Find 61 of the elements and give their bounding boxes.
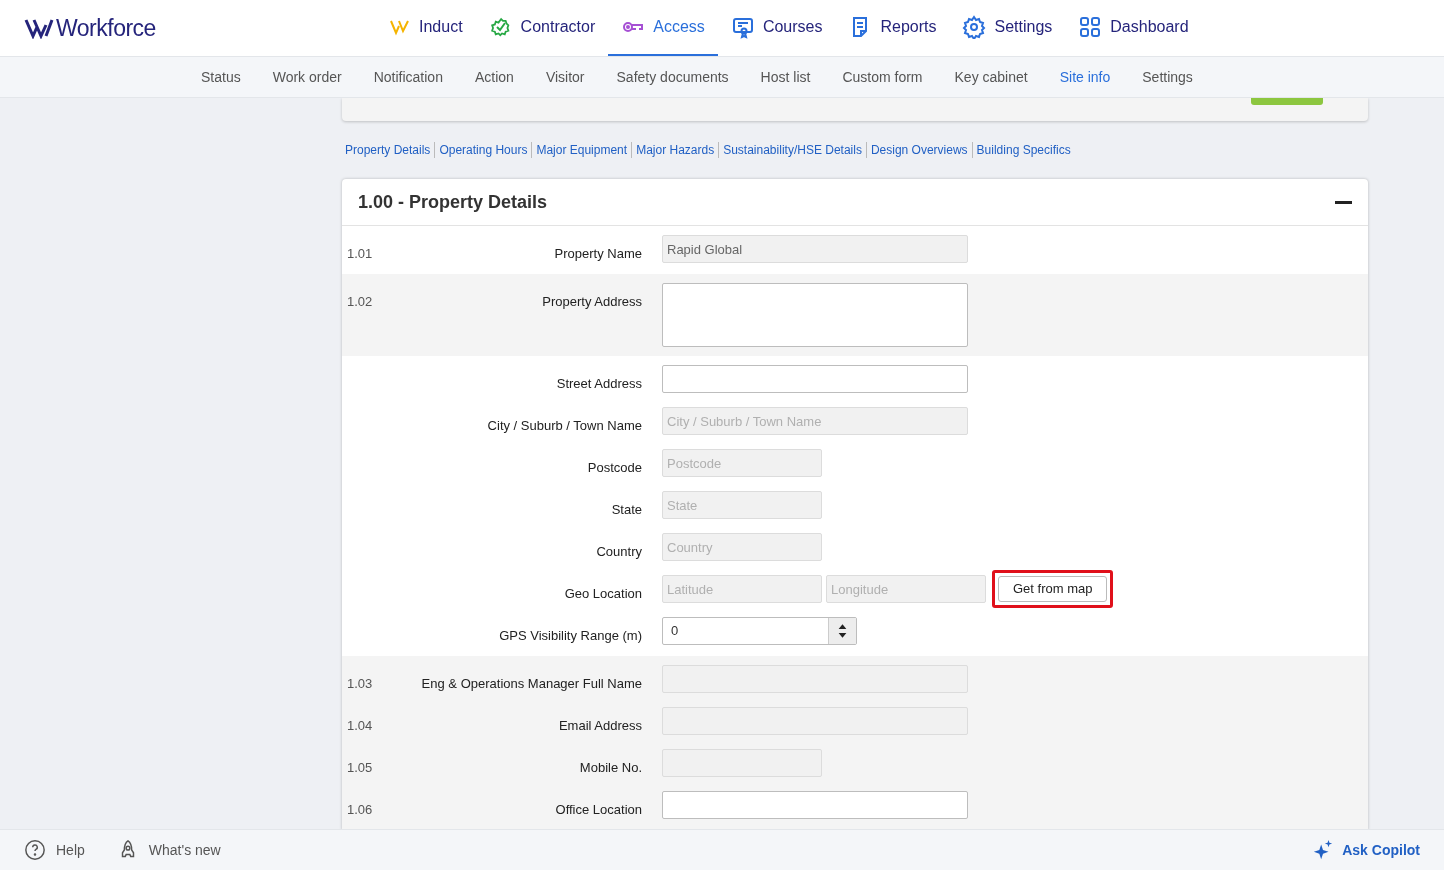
settings-icon — [962, 15, 987, 39]
sub-nav-tab[interactable]: Status — [185, 66, 257, 88]
number-field[interactable]: 0 — [662, 617, 857, 645]
main-nav-tab[interactable]: Settings — [949, 0, 1066, 56]
field-label: Email Address — [558, 718, 642, 733]
sub-nav-tab[interactable]: Key cabinet — [938, 66, 1044, 88]
section-link[interactable]: Major Hazards — [636, 141, 715, 159]
spinner-arrows-icon[interactable] — [828, 618, 856, 644]
brand-name: Workforce — [56, 13, 156, 43]
sub-nav-tab[interactable]: Notification — [357, 66, 459, 88]
row-number: 1.03 — [347, 676, 373, 691]
field-label: Geo Location — [564, 586, 642, 601]
section-link[interactable]: Major Equipment — [536, 141, 628, 159]
field-label: GPS Visibility Range (m) — [499, 628, 642, 643]
sub-nav-tab[interactable]: Settings — [1126, 66, 1209, 88]
question-icon — [24, 839, 46, 861]
field-label: Eng & Operations Manager Full Name — [421, 676, 642, 691]
sub-nav-tab[interactable]: Site info — [1043, 66, 1127, 88]
field-label: Property Address — [542, 294, 642, 309]
field-label: Country — [596, 544, 642, 559]
row-number: 1.01 — [347, 246, 373, 261]
input-field[interactable] — [662, 365, 968, 393]
field-label: Property Name — [554, 246, 642, 261]
logo-icon — [24, 17, 54, 39]
field-label: Office Location — [555, 802, 642, 817]
input-field[interactable] — [662, 791, 968, 819]
section-link[interactable]: Sustainability/HSE Details — [723, 141, 862, 159]
main-nav-tab[interactable]: Reports — [835, 0, 950, 56]
text-area[interactable] — [662, 283, 968, 347]
section-link[interactable]: Design Overviews — [870, 141, 968, 159]
section-link[interactable]: Property Details — [345, 141, 431, 159]
row-number: 1.02 — [347, 294, 373, 309]
row-number: 1.04 — [347, 718, 373, 733]
sub-nav-tab[interactable]: Visitor — [529, 66, 601, 88]
sparkle-icon — [1312, 839, 1335, 861]
main-nav-tab[interactable]: Contractor — [475, 0, 609, 56]
panel-title: 1.00 - Property Details — [358, 190, 548, 214]
grid-icon — [1078, 15, 1103, 39]
main-nav-tab[interactable]: Courses — [717, 0, 836, 56]
field-label: City / Suburb / Town Name — [487, 418, 642, 433]
help-link[interactable]: Help — [24, 839, 85, 861]
row-number: 1.05 — [347, 760, 373, 775]
ask-copilot-link[interactable]: Ask Copilot — [1312, 839, 1420, 861]
field-label: State — [611, 502, 642, 517]
whats-new-link[interactable]: What's new — [116, 839, 221, 861]
sub-nav-tab[interactable]: Host list — [744, 66, 827, 88]
section-link[interactable]: Building Specifics — [976, 141, 1071, 159]
field-value: 0 — [670, 622, 680, 641]
partial-button[interactable] — [1251, 98, 1323, 105]
row-number: 1.06 — [347, 802, 373, 817]
field-label: Mobile No. — [579, 760, 642, 775]
main-nav-tab[interactable]: Induct — [374, 0, 476, 56]
main-nav-tab[interactable]: Dashboard — [1065, 0, 1202, 56]
sub-nav-tab[interactable]: Custom form — [826, 66, 939, 88]
field-label: Street Address — [556, 376, 642, 391]
section-link[interactable]: Operating Hours — [439, 141, 528, 159]
sub-nav-tab[interactable]: Action — [458, 66, 530, 88]
certificate-icon — [730, 15, 755, 39]
field-label: Postcode — [587, 460, 642, 475]
sub-nav-tab[interactable]: Work order — [256, 66, 358, 88]
sub-nav-tab[interactable]: Safety documents — [600, 66, 745, 88]
